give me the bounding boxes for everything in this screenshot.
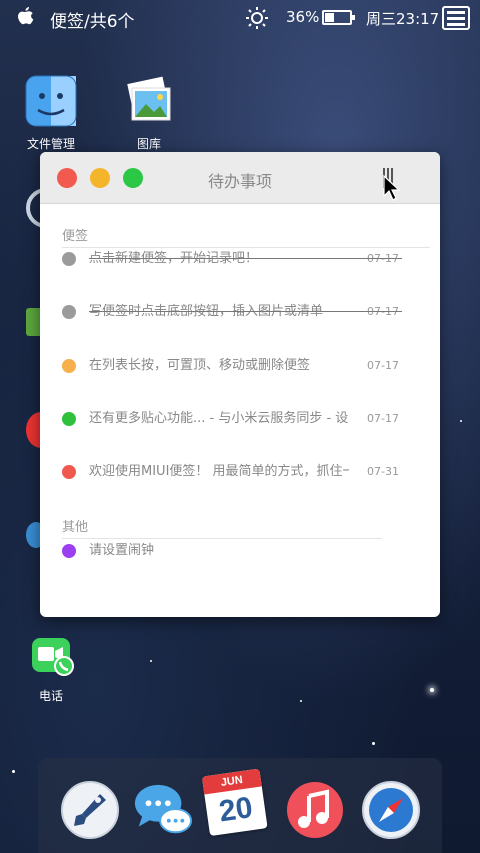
star: [150, 660, 152, 662]
star: [12, 770, 15, 773]
note-date: 07-17: [367, 252, 399, 265]
note-color-dot: [62, 412, 76, 426]
desktop-icon-label: 文件管理: [26, 137, 75, 151]
note-color-dot: [62, 359, 76, 373]
battery-icon: [322, 10, 355, 25]
facetime-icon: [32, 638, 74, 676]
launchpad-rocket-icon[interactable]: [60, 780, 120, 840]
note-color-dot: [62, 305, 76, 319]
safari-compass-icon[interactable]: [361, 780, 421, 840]
note-color-dot: [62, 465, 76, 479]
star: [300, 700, 302, 702]
notes-window: 待办事项 便签 点击新建便签，开始记录吧！ 07-17 写便签时点击底部按钮，插…: [40, 152, 440, 617]
window-titlebar[interactable]: 待办事项: [40, 152, 440, 204]
section-header-other: 其他: [62, 516, 382, 539]
star: [430, 688, 434, 692]
calendar-page: JUN 20: [201, 768, 268, 837]
calendar-icon[interactable]: JUN 20: [201, 768, 272, 840]
note-item[interactable]: 点击新建便签，开始记录吧！ 07-17: [62, 249, 402, 269]
desktop-icon-gallery[interactable]: 图库: [120, 74, 178, 152]
section-header-notes: 便签: [62, 225, 430, 248]
music-icon[interactable]: [285, 780, 345, 840]
note-text: 欢迎使用MIUI便签！ 用最简单的方式，抓住一: [89, 464, 349, 479]
brightness-icon: [246, 7, 268, 29]
star: [460, 420, 462, 422]
note-text: 在列表长按，可置顶、移动或删除便签: [89, 358, 311, 373]
desktop-icon-label: 电话: [38, 689, 63, 703]
note-item[interactable]: 还有更多贴心功能... - 与小米云服务同步 - 设置 07-17: [62, 409, 402, 429]
note-text: 点击新建便签，开始记录吧！: [89, 251, 259, 266]
note-text: 请设置闹钟: [89, 543, 155, 558]
desktop-icon-label: 图库: [136, 137, 161, 151]
desktop-icon-phone[interactable]: 电话: [28, 634, 78, 704]
note-text: 写便签时点击底部按钮，插入图片或清单: [89, 304, 324, 319]
mouse-cursor-icon: [383, 174, 401, 201]
star: [372, 742, 375, 745]
apple-icon[interactable]: [14, 6, 36, 30]
strikethrough: [89, 258, 402, 259]
photos-icon: [127, 76, 171, 121]
note-item[interactable]: 欢迎使用MIUI便签！ 用最简单的方式，抓住一 07-31: [62, 462, 402, 482]
app-title: 便签/共6个: [50, 12, 135, 32]
note-color-dot: [62, 544, 76, 558]
status-bar: 便签/共6个 36% 周三23:17: [0, 0, 480, 36]
finder-icon: [25, 75, 77, 127]
note-item[interactable]: 写便签时点击底部按钮，插入图片或清单 07-17: [62, 302, 402, 322]
note-text: 还有更多贴心功能... - 与小米云服务同步 - 设置: [89, 411, 349, 426]
window-title: 待办事项: [207, 172, 272, 191]
note-item[interactable]: 在列表长按，可置顶、移动或删除便签 07-17: [62, 356, 402, 376]
battery-percent: 36%: [286, 8, 320, 26]
note-date: 07-17: [367, 412, 399, 425]
strikethrough: [89, 311, 402, 312]
menu-icon[interactable]: [442, 6, 472, 30]
note-date: 07-17: [367, 359, 399, 372]
messages-icon[interactable]: [133, 780, 193, 840]
note-date: 07-31: [367, 465, 399, 478]
calendar-day: 20: [216, 791, 255, 829]
note-color-dot: [62, 252, 76, 266]
note-item[interactable]: 请设置闹钟: [62, 541, 402, 561]
clock: 周三23:17: [366, 10, 440, 28]
note-date: 07-17: [367, 305, 399, 318]
desktop-icon-file-manager[interactable]: 文件管理: [22, 74, 80, 152]
